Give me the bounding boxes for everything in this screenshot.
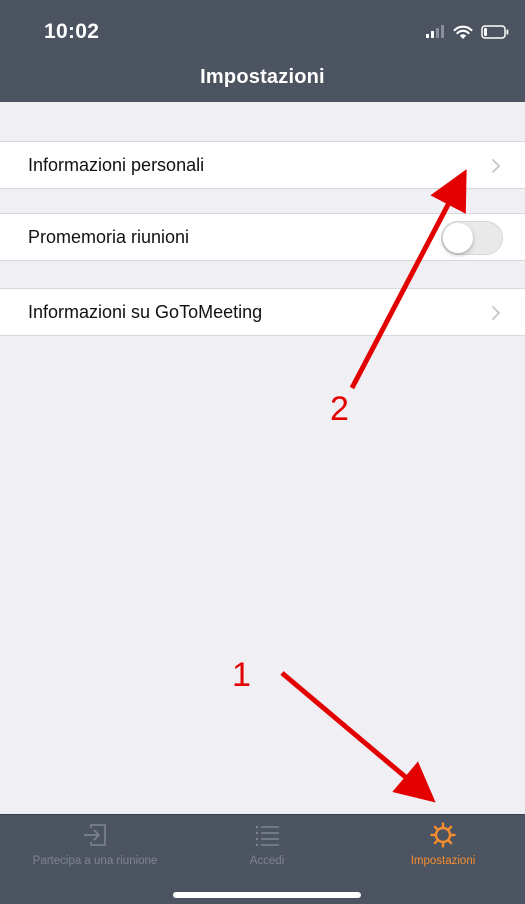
- list-icon: [255, 825, 279, 847]
- tab-label: Impostazioni: [410, 855, 476, 867]
- wifi-icon: [453, 25, 473, 39]
- tab-label: Accedi: [249, 855, 285, 867]
- home-indicator: [173, 892, 361, 898]
- row-label: Informazioni su GoToMeeting: [28, 302, 263, 322]
- tab-bar: Partecipa a una riunione Accedi Impostaz…: [0, 814, 525, 904]
- battery-icon: [481, 25, 509, 39]
- settings-row-personal-info[interactable]: Informazioni personali: [0, 141, 525, 189]
- tab-join-meeting[interactable]: Partecipa a una riunione: [0, 821, 190, 881]
- tab-accedi[interactable]: Accedi: [222, 821, 312, 881]
- settings-screen: 10:02 Impostazioni Informazioni personal…: [0, 0, 525, 904]
- gear-icon: [430, 822, 456, 848]
- chevron-right-icon: [492, 159, 500, 173]
- toggle-knob: [443, 223, 473, 253]
- settings-list: Informazioni personali Promemoria riunio…: [0, 102, 525, 814]
- navigation-bar: 10:02 Impostazioni: [0, 0, 525, 102]
- chevron-right-icon: [492, 306, 500, 320]
- tab-impostazioni[interactable]: Impostazioni: [388, 821, 498, 881]
- meeting-reminders-toggle[interactable]: [441, 221, 503, 255]
- settings-row-about-gotomeeting[interactable]: Informazioni su GoToMeeting: [0, 288, 525, 336]
- status-time: 10:02: [44, 20, 100, 43]
- row-label: Promemoria riunioni: [28, 227, 190, 247]
- cellular-signal-icon: [426, 25, 444, 38]
- page-title: Impostazioni: [200, 66, 325, 88]
- settings-row-meeting-reminders: Promemoria riunioni: [0, 213, 525, 261]
- row-label: Informazioni personali: [28, 155, 205, 175]
- tab-label: Partecipa a una riunione: [32, 855, 158, 867]
- join-meeting-icon: [84, 824, 106, 846]
- status-icons: [425, 22, 509, 42]
